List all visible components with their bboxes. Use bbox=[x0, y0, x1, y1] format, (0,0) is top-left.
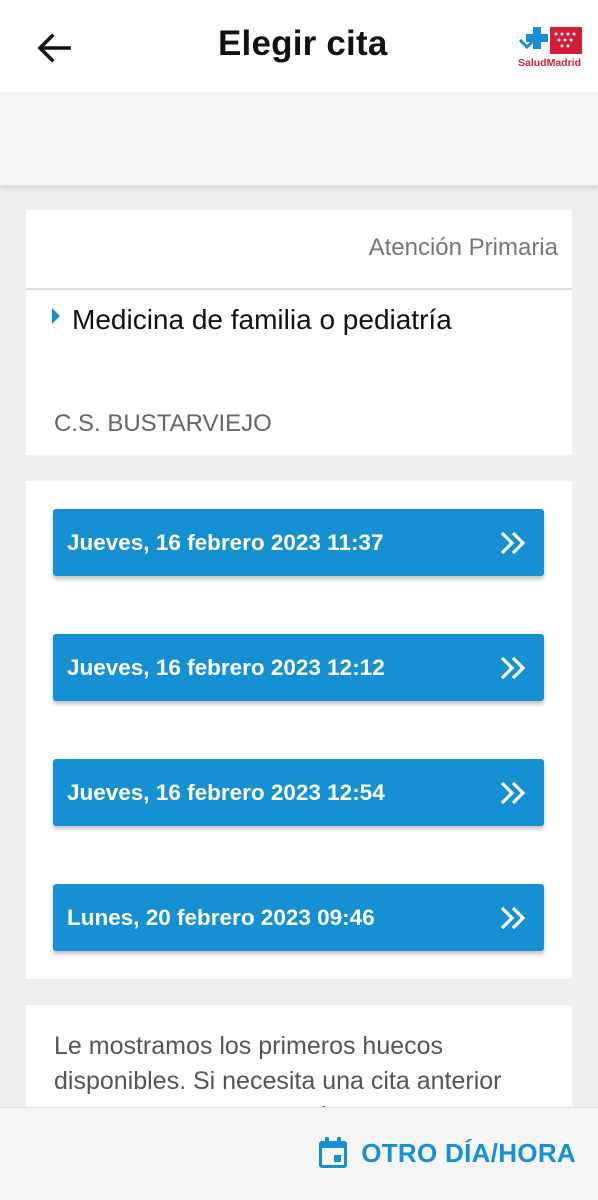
health-center-name: C.S. BUSTARVIEJO bbox=[54, 410, 272, 437]
slot-label: Jueves, 16 febrero 2023 12:12 bbox=[67, 654, 385, 680]
back-button[interactable] bbox=[28, 22, 80, 74]
slots-card: Jueves, 16 febrero 2023 11:37 Jueves, 16… bbox=[26, 481, 572, 979]
double-chevron-right-icon bbox=[498, 903, 528, 933]
salud-madrid-emblem-icon bbox=[518, 27, 582, 54]
double-chevron-right-icon bbox=[498, 653, 528, 683]
slot-button-4[interactable]: Lunes, 20 febrero 2023 09:46 bbox=[53, 884, 544, 951]
page-title: Elegir cita bbox=[218, 24, 388, 63]
service-label: Medicina de familia o pediatría bbox=[72, 304, 452, 335]
app-screen: Elegir cita SaludMadrid Atención Primari… bbox=[0, 0, 598, 1200]
calendar-icon bbox=[319, 1137, 348, 1168]
slot-button-2[interactable]: Jueves, 16 febrero 2023 12:12 bbox=[53, 634, 544, 701]
caret-right-icon bbox=[52, 308, 60, 324]
slot-label: Lunes, 20 febrero 2023 09:46 bbox=[67, 904, 375, 930]
slot-button-3[interactable]: Jueves, 16 febrero 2023 12:54 bbox=[53, 759, 544, 826]
service-info-card: Atención Primaria Medicina de familia o … bbox=[26, 210, 572, 455]
category-label: Atención Primaria bbox=[368, 234, 558, 261]
slot-label: Jueves, 16 febrero 2023 12:54 bbox=[67, 779, 385, 805]
service-row: Medicina de familia o pediatría bbox=[52, 304, 452, 336]
double-chevron-right-icon bbox=[498, 778, 528, 808]
other-date-time-button[interactable]: OTRO DÍA/HORA bbox=[317, 1136, 576, 1170]
bottom-action-bar: OTRO DÍA/HORA bbox=[0, 1107, 598, 1200]
salud-madrid-logo: SaludMadrid bbox=[518, 24, 584, 72]
slot-label: Jueves, 16 febrero 2023 11:37 bbox=[67, 529, 384, 555]
app-header: Elegir cita SaludMadrid bbox=[0, 0, 598, 92]
double-chevron-right-icon bbox=[498, 528, 528, 558]
header-subbar bbox=[0, 92, 598, 186]
other-date-time-label: OTRO DÍA/HORA bbox=[361, 1137, 576, 1168]
divider bbox=[26, 288, 572, 290]
logo-text: SaludMadrid bbox=[518, 57, 582, 69]
slot-button-1[interactable]: Jueves, 16 febrero 2023 11:37 bbox=[53, 509, 544, 576]
arrow-left-icon bbox=[37, 33, 71, 63]
